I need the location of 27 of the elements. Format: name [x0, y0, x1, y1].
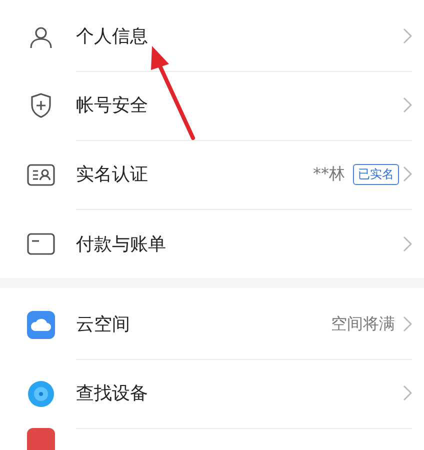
row-value: 空间将满 [331, 314, 395, 334]
cloud-icon [27, 310, 55, 338]
settings-row[interactable]: 实名认证 **林 已实名 [0, 140, 424, 209]
row-label: 实名认证 [76, 163, 149, 186]
settings-row[interactable]: 帐号安全 [0, 71, 424, 140]
row-value: **林 [313, 164, 345, 184]
settings-row[interactable]: 查找设备 [0, 359, 424, 428]
card-icon [27, 232, 55, 254]
chevron-icon [403, 28, 412, 44]
id-card-icon [27, 164, 55, 186]
row-label: 查找设备 [76, 382, 149, 405]
row-label: 云空间 [76, 313, 131, 336]
row-label: 帐号安全 [76, 94, 149, 117]
row-label: 个人信息 [76, 25, 149, 48]
shield-plus-icon [30, 93, 52, 118]
chevron-icon [403, 166, 412, 182]
chevron-icon [403, 385, 412, 401]
person-icon [29, 24, 53, 48]
chevron-icon [403, 316, 412, 332]
radar-icon [28, 380, 54, 406]
row-label: 付款与账单 [76, 232, 167, 256]
chevron-icon [403, 97, 412, 113]
app-icon [27, 428, 55, 450]
settings-row[interactable]: 付款与账单 [0, 209, 424, 278]
chevron-icon [403, 236, 412, 252]
settings-row[interactable]: 云空间 空间将满 [0, 288, 424, 359]
verified-badge: 已实名 [353, 164, 399, 184]
